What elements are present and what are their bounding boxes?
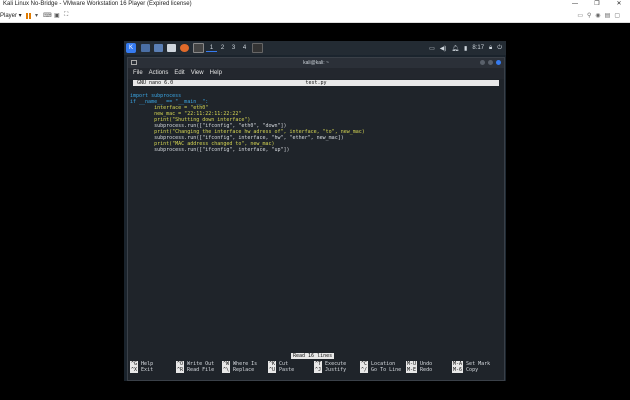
- terminal-menubar: File Actions Edit View Help: [128, 68, 504, 79]
- terminal-window: kali@kali: ~ File Actions Edit View Help…: [127, 57, 505, 381]
- usb-icon[interactable]: ⚲: [587, 12, 591, 19]
- nano-editor[interactable]: GNU nano 6.0 test.py import subprocess if…: [128, 79, 504, 380]
- pause-icon[interactable]: [26, 13, 32, 19]
- nano-header: GNU nano 6.0 test.py: [133, 80, 499, 86]
- clock[interactable]: 8:17: [472, 45, 484, 51]
- shortcut-justify[interactable]: ^J Justify: [314, 367, 346, 373]
- player-menu-label: Player: [0, 13, 18, 19]
- terminal-close-button[interactable]: [496, 60, 501, 65]
- send-ctrl-alt-del-icon[interactable]: ⌨: [43, 12, 52, 19]
- terminal-minimize-button[interactable]: [480, 60, 485, 65]
- firefox-icon[interactable]: [180, 44, 189, 52]
- nano-filename: test.py: [305, 80, 327, 86]
- menu-help[interactable]: Help: [210, 68, 222, 79]
- active-window-icon[interactable]: [252, 43, 263, 53]
- display-icon[interactable]: ▭: [429, 45, 435, 52]
- shortcut-copy[interactable]: M-6 Copy: [452, 367, 478, 373]
- host-window-title: Kali Linux No-Bridge - VMware Workstatio…: [3, 1, 192, 7]
- terminal-app-icon[interactable]: [141, 44, 150, 52]
- nano-status-message: Read 16 lines: [291, 353, 335, 359]
- menu-file[interactable]: File: [133, 68, 143, 79]
- terminal-window-controls: [480, 60, 501, 65]
- notification-bell-icon[interactable]: 🔔︎: [451, 45, 459, 52]
- system-tray: ▭ ◀) 🔔︎ ▮ 8:17 🔒︎ ⏻: [429, 45, 506, 52]
- shortcut-read-file[interactable]: ^R Read File: [176, 367, 214, 373]
- code-line: subprocess.run(["ifconfig", interface, "…: [130, 147, 290, 153]
- terminal-title: kali@kali: ~: [303, 60, 329, 66]
- network-icon[interactable]: ▭: [577, 12, 583, 19]
- device-icons: ▭ ⚲ ◉ ▤ ▢: [577, 12, 620, 19]
- power-icon[interactable]: ⏻: [497, 45, 502, 52]
- fullscreen-icon[interactable]: ⛶: [64, 12, 68, 19]
- lock-icon[interactable]: 🔒︎: [489, 45, 492, 52]
- guest-display[interactable]: K 1 2 3 4 ▭ ◀) 🔔︎ ▮ 8:17 🔒︎ ⏻ kali@kali:…: [124, 41, 506, 381]
- terminal-icon[interactable]: [193, 43, 204, 53]
- text-editor-icon[interactable]: [167, 44, 176, 52]
- menu-actions[interactable]: Actions: [149, 68, 169, 79]
- workspace-4[interactable]: 4: [239, 45, 250, 51]
- unity-icon[interactable]: ▣: [54, 12, 60, 19]
- message-icon[interactable]: ▢: [614, 12, 620, 19]
- minimize-button[interactable]: —: [564, 0, 586, 9]
- host-window-controls: — ❐ ✕: [564, 0, 630, 9]
- player-menu[interactable]: Player ▾: [0, 12, 22, 19]
- battery-icon[interactable]: ▮: [464, 45, 467, 52]
- host-toolbar: Player ▾ ▾ ⌨ ▣ ⛶ ▭ ⚲ ◉ ▤ ▢: [0, 9, 630, 23]
- chevron-down-icon[interactable]: ▾: [35, 12, 38, 19]
- menu-view[interactable]: View: [191, 68, 204, 79]
- shortcut-redo[interactable]: M-E Redo: [406, 367, 432, 373]
- terminal-titlebar[interactable]: kali@kali: ~: [128, 58, 504, 68]
- shortcut-exit[interactable]: ^X Exit: [130, 367, 153, 373]
- workspace-3[interactable]: 3: [228, 45, 239, 51]
- host-window-titlebar: Kali Linux No-Bridge - VMware Workstatio…: [0, 0, 630, 9]
- volume-icon[interactable]: ◀): [440, 45, 447, 52]
- sound-icon[interactable]: ◉: [595, 12, 600, 19]
- menu-edit[interactable]: Edit: [174, 68, 184, 79]
- shortcut-paste[interactable]: ^U Paste: [268, 367, 294, 373]
- kali-top-panel: K 1 2 3 4 ▭ ◀) 🔔︎ ▮ 8:17 🔒︎ ⏻: [124, 41, 506, 55]
- kali-menu-icon[interactable]: K: [126, 43, 136, 53]
- shortcut-go-to-line[interactable]: ^/ Go To Line: [360, 367, 401, 373]
- workspace-1[interactable]: 1: [206, 45, 217, 52]
- workspace-2[interactable]: 2: [217, 45, 228, 51]
- nano-shortcut-bar: ^G Help ^X Exit ^O Write Out ^R Read Fil…: [130, 361, 502, 375]
- shortcut-replace[interactable]: ^\ Replace: [222, 367, 254, 373]
- terminal-maximize-button[interactable]: [488, 60, 493, 65]
- code-area[interactable]: import subprocess if __name__ == "__main_…: [130, 87, 365, 165]
- printer-icon[interactable]: ▤: [605, 12, 611, 19]
- files-app-icon[interactable]: [154, 44, 163, 52]
- maximize-button[interactable]: ❐: [586, 0, 608, 9]
- close-button[interactable]: ✕: [608, 0, 630, 9]
